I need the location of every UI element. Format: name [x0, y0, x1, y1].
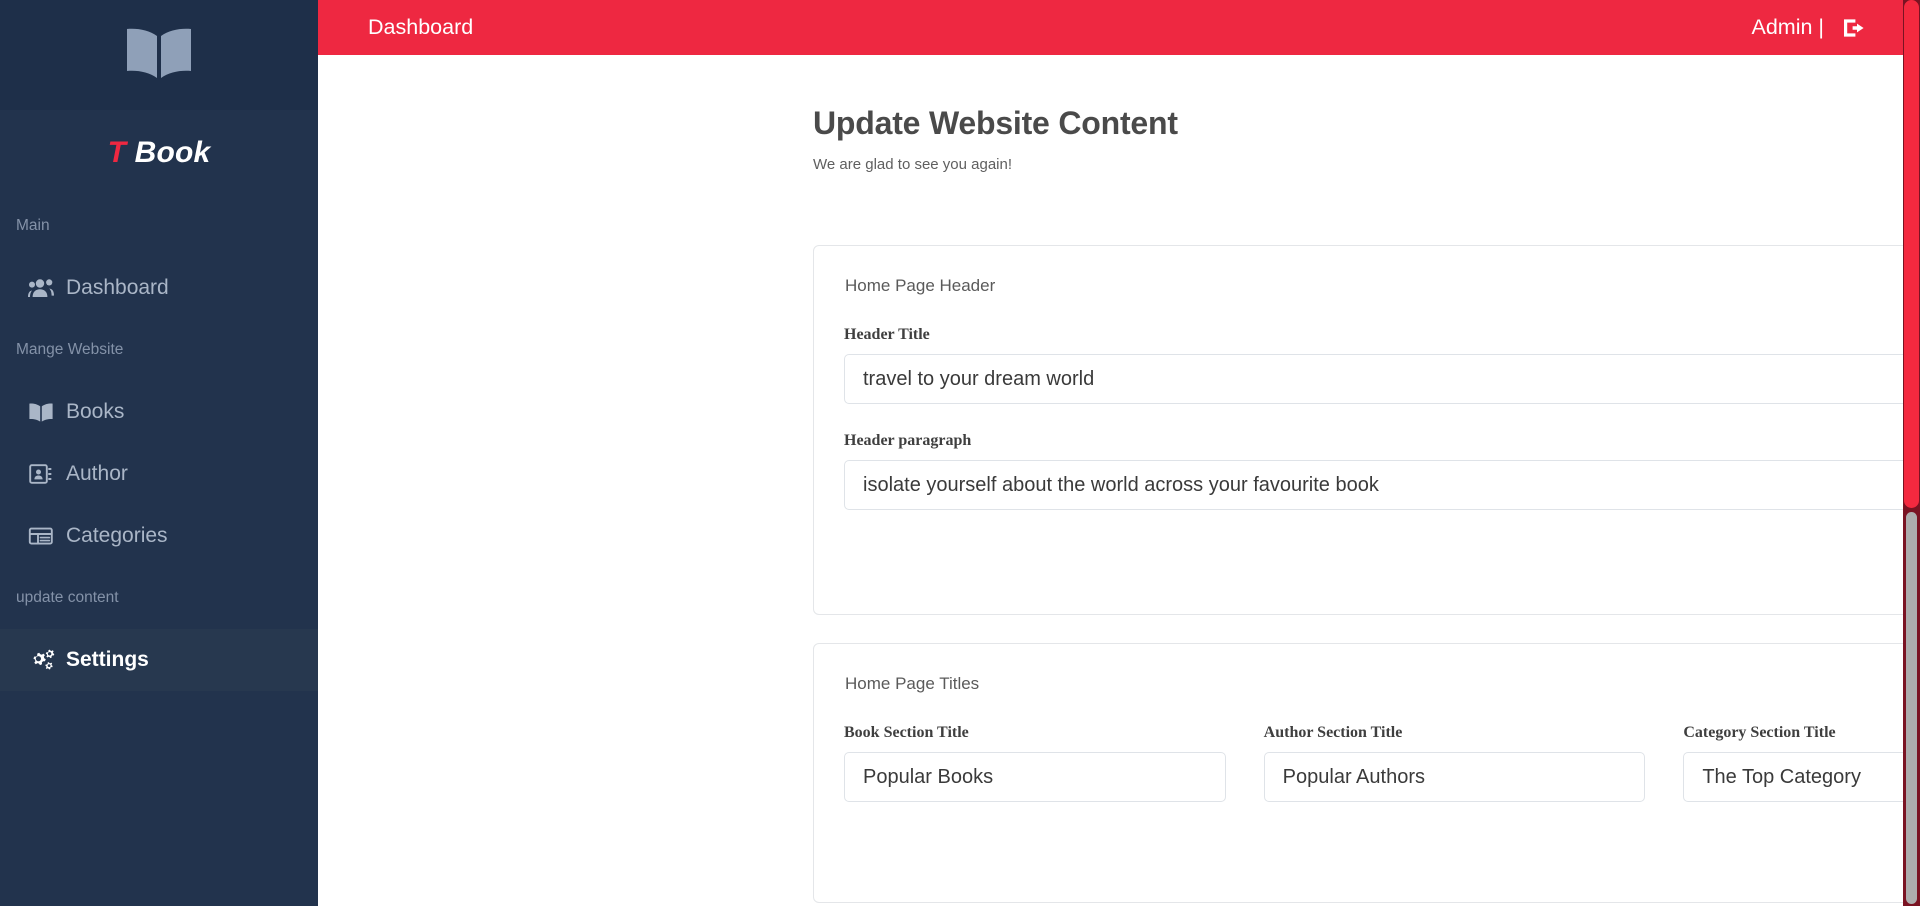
header-paragraph-input[interactable]: [844, 460, 1920, 510]
sidebar-item-label: Books: [66, 400, 125, 423]
page-scrollbar[interactable]: [1903, 0, 1920, 906]
book-section-title-input[interactable]: [844, 752, 1226, 802]
field-header-paragraph: Header paragraph: [844, 432, 1920, 510]
category-section-title-input[interactable]: [1683, 752, 1920, 802]
logout-button[interactable]: [1842, 16, 1868, 40]
field-author-section-title: Author Section Title: [1263, 724, 1646, 802]
table-list-icon: [28, 526, 66, 546]
card-heading: Home Page Titles: [845, 674, 980, 693]
titles-columns: Book Section Title Author Section Title …: [844, 724, 1920, 802]
sign-out-icon: [1842, 16, 1868, 40]
card-home-page-titles: Home Page Titles Book Section Title Auth…: [813, 643, 1920, 903]
users-icon: [28, 278, 66, 298]
sidebar-item-label: Settings: [66, 648, 149, 671]
topbar-title: Dashboard: [368, 15, 474, 39]
field-label: Header paragraph: [844, 432, 972, 449]
brand-name: Book: [126, 135, 211, 169]
sidebar-item-author[interactable]: Author: [0, 443, 318, 505]
sidebar-item-categories[interactable]: Categories: [0, 505, 318, 567]
main-area: Dashboard Admin | Update Website Content: [318, 0, 1920, 906]
brand-initial: T: [107, 135, 127, 169]
cogs-icon: [28, 649, 66, 671]
address-card-icon: [28, 463, 66, 485]
field-label: Header Title: [844, 326, 930, 343]
book-open-icon: [28, 402, 66, 423]
topbar-right: Admin |: [1752, 15, 1869, 40]
scrollbar-thumb[interactable]: [1906, 512, 1917, 904]
sidebar-item-label: Dashboard: [66, 276, 169, 299]
content-inner: Update Website Content We are glad to se…: [318, 55, 1920, 903]
author-section-title-input[interactable]: [1263, 752, 1646, 802]
nav-group-label-manage: Mange Website: [16, 341, 124, 358]
field-label: Author Section Title: [1263, 724, 1403, 741]
sidebar-item-books[interactable]: Books: [0, 381, 318, 443]
card-heading: Home Page Header: [845, 276, 996, 295]
header-title-input[interactable]: [844, 354, 1920, 404]
admin-label: Admin |: [1751, 15, 1825, 39]
app-root: T Book Main Dashboard Mange Website Book…: [0, 0, 1920, 906]
sidebar-item-settings[interactable]: Settings: [0, 629, 318, 691]
page-title: Update Website Content: [813, 105, 1178, 141]
card-actions: Update: [844, 538, 1920, 584]
sidebar-item-label: Author: [66, 462, 128, 485]
card-actions: Update: [844, 826, 1920, 872]
scrollbar-thumb-accent[interactable]: [1904, 0, 1919, 508]
nav-group-label-update-content: update content: [16, 589, 119, 606]
sidebar: T Book Main Dashboard Mange Website Book…: [0, 0, 318, 906]
brand-text: T Book: [108, 136, 211, 170]
page-head: Update Website Content We are glad to se…: [318, 105, 1920, 173]
field-header-title: Header Title: [844, 326, 1920, 404]
nav-group-label-main: Main: [16, 217, 50, 234]
page-subtitle: We are glad to see you again!: [813, 156, 1013, 173]
card-home-page-header: Home Page Header Header Title Header par…: [813, 245, 1920, 615]
sidebar-brand: T Book: [0, 110, 318, 195]
field-book-section-title: Book Section Title: [844, 724, 1226, 802]
field-label: Category Section Title: [1683, 724, 1836, 741]
sidebar-logo: [0, 0, 318, 110]
topbar: Dashboard Admin |: [318, 0, 1920, 55]
content-scroll-area[interactable]: Update Website Content We are glad to se…: [318, 55, 1920, 906]
sidebar-item-dashboard[interactable]: Dashboard: [0, 257, 318, 319]
sidebar-item-label: Categories: [66, 524, 168, 547]
field-category-section-title: Category Section Title: [1683, 724, 1920, 802]
open-book-icon: [123, 26, 195, 84]
field-label: Book Section Title: [844, 724, 969, 741]
